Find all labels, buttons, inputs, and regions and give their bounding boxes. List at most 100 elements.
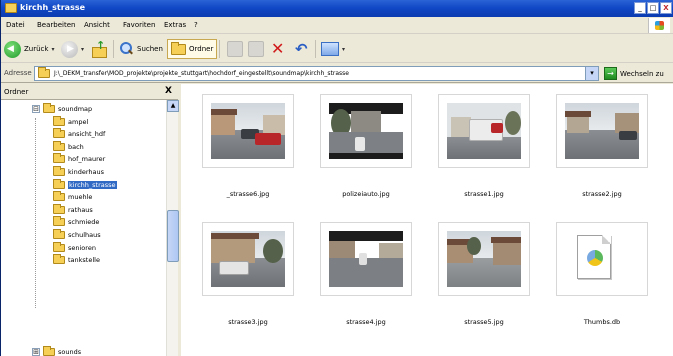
thumbnail-image [447,231,521,287]
window-title: kirchh_strasse [20,3,86,12]
file-tile[interactable]: strasse5.jpg [438,222,530,326]
file-name: _strasse6.jpg [226,190,270,198]
tree-item[interactable]: kirchh_strasse [53,178,117,191]
toolbar-separator [315,40,316,58]
folder-icon [53,191,65,202]
folder-icon [53,254,65,265]
tree-item[interactable]: rathaus [53,203,93,216]
chevron-down-icon[interactable]: ▾ [51,46,54,53]
search-label: Suchen [137,45,163,53]
menu-tools[interactable]: Extras [164,21,186,29]
tree-item-label: ansicht_hdf [68,130,106,139]
back-arrow-icon [4,40,21,58]
file-name: strasse1.jpg [464,190,504,198]
file-tile[interactable]: strasse1.jpg [438,94,530,198]
tree-item[interactable]: tankstelle [53,254,100,266]
close-pane-icon[interactable]: X [165,86,172,96]
delete-button[interactable]: ✕ [271,39,284,59]
tree-item[interactable]: senioren [53,241,96,254]
tree-item[interactable]: schmiede [53,216,99,228]
chevron-down-icon[interactable]: ▾ [342,46,345,53]
menu-bar: Datei Bearbeiten Ansicht Favoriten Extra… [1,17,673,34]
tree-item-label: kinderhaus [68,168,104,176]
menu-file[interactable]: Datei [6,21,25,29]
thumbnail-image [329,231,403,287]
tree-item[interactable]: kinderhaus [53,166,104,178]
move-to-button[interactable] [227,39,243,59]
close-button[interactable]: X [660,2,672,14]
go-arrow-icon: → [604,67,617,80]
menu-edit[interactable]: Bearbeiten [37,21,75,29]
tree-item-label: schulhaus [68,231,101,239]
menu-help[interactable]: ? [194,21,198,29]
toolbar-separator [113,40,114,58]
thumbnail-frame [438,94,530,168]
expand-toggle-icon[interactable]: ⊟ [32,105,40,113]
toolbar: Zurück ▾ ▾ Suchen Ordner ✕ ↶ [1,35,673,63]
scroll-up-icon[interactable]: ▲ [167,100,179,112]
up-folder-button[interactable] [91,39,107,59]
back-button[interactable]: Zurück ▾ [4,39,54,59]
chevron-down-icon[interactable]: ▾ [585,67,598,80]
folders-button[interactable]: Ordner [167,39,218,59]
folder-icon [53,140,65,151]
folder-icon [53,216,65,227]
undo-button[interactable]: ↶ [295,39,308,59]
go-button[interactable]: → Wechseln zu [604,67,664,80]
tree-item[interactable]: muehle [53,191,92,203]
folder-icon [5,3,17,13]
file-tile[interactable]: polizeiauto.jpg [320,94,412,198]
toolbar-separator [219,40,220,58]
file-tile[interactable]: Thumbs.db [556,222,648,326]
tree-item[interactable]: bach [53,140,84,153]
file-name: strasse5.jpg [464,318,504,326]
file-tile[interactable]: strasse4.jpg [320,222,412,326]
folder-icon [43,346,55,356]
expand-toggle-icon[interactable]: ⊞ [32,348,40,356]
tree-item[interactable]: ampel [53,115,88,128]
copy-to-button[interactable] [248,39,264,59]
tree-item[interactable]: hof_maurer [53,153,105,165]
views-button[interactable]: ▾ [321,39,345,59]
minimize-button[interactable]: _ [634,2,646,14]
thumbnail-frame [438,222,530,296]
search-button[interactable]: Suchen [118,39,163,59]
file-tile[interactable]: strasse2.jpg [556,94,648,198]
chevron-down-icon[interactable]: ▾ [81,46,84,53]
tree-item[interactable]: ⊞ sounds [32,346,81,356]
tree-item-label: schmiede [68,218,100,227]
maximize-button[interactable]: □ [647,2,659,14]
folder-tree: ▲ ⊟ soundmap ampel ansicht_hdf bach hof_maure… [1,100,179,356]
tree-item[interactable]: schulhaus [53,229,101,241]
thumbnail-frame [556,222,648,296]
tree-item[interactable]: ⊟ soundmap [32,103,92,115]
explorer-window: kirchh_strasse _ □ X Datei Bearbeiten An… [0,0,673,356]
menu-favorites[interactable]: Favoriten [123,21,155,29]
thumbnail-image [447,103,521,159]
title-bar[interactable]: kirchh_strasse _ □ X [1,0,673,17]
folder-icon [53,128,65,139]
db-file-icon [577,235,611,279]
tree-item-label: muehle [68,193,93,202]
address-field[interactable]: J:\_DEKM_transfer\MOD_projekte\projekte_… [34,66,599,81]
folder-pane: Ordner X ▲ ⊟ soundmap ampel ansicht_hdf bach… [1,84,181,356]
tree-item-label: hof_maurer [68,155,106,164]
thumbnail-image [211,231,285,287]
folder-icon [53,229,65,239]
menu-view[interactable]: Ansicht [84,21,110,29]
move-to-icon [227,41,243,57]
folder-icon [53,166,65,176]
go-label: Wechseln zu [620,69,664,78]
file-name: strasse2.jpg [582,190,622,198]
tree-item[interactable]: ansicht_hdf [53,128,105,140]
file-tile[interactable]: _strasse6.jpg [202,94,294,198]
thumbnail-frame [556,94,648,168]
forward-button[interactable]: ▾ [61,39,84,59]
thumbnail-frame [202,94,294,168]
content-area: Ordner X ▲ ⊟ soundmap ampel ansicht_hdf bach… [1,84,673,356]
forward-arrow-icon [61,40,78,58]
thumbnail-frame [320,94,412,168]
tree-scrollbar[interactable]: ▲ [166,100,179,356]
file-tile[interactable]: strasse3.jpg [202,222,294,326]
scroll-thumb[interactable] [167,210,179,262]
